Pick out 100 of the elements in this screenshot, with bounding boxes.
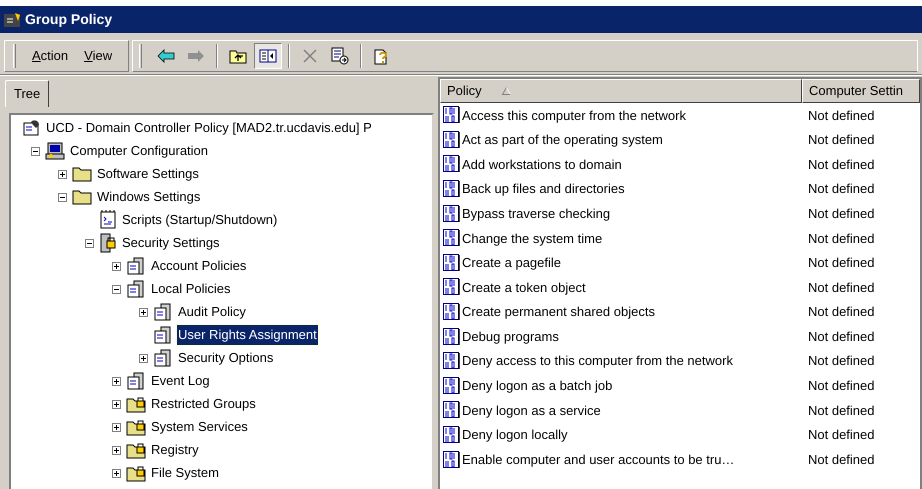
collapse-icon[interactable] [58, 192, 67, 202]
tree-item[interactable]: Account Policies [150, 256, 248, 276]
script-document-icon [99, 210, 117, 230]
policy-setting: Not defined [807, 131, 874, 150]
locked-folder-icon [126, 441, 146, 459]
expand-icon[interactable] [112, 400, 121, 408]
folder-icon [72, 189, 92, 205]
expand-icon[interactable] [139, 308, 148, 316]
column-header[interactable]: Computer Settin [802, 79, 920, 103]
policy-binary-icon [443, 303, 461, 322]
policy-binary-icon [443, 426, 461, 444]
policy-setting: Not defined [807, 278, 874, 297]
policy-name: Deny logon as a batch job [462, 377, 612, 396]
export-list-icon [331, 46, 350, 64]
tree-item[interactable]: Registry [150, 440, 200, 460]
tree-item[interactable]: Local Policies [150, 279, 232, 299]
folder-icon [72, 166, 92, 182]
policy-name: Add workstations to domain [462, 156, 622, 174]
tree-item[interactable]: File System [150, 463, 220, 483]
policy-server-icon [153, 349, 173, 367]
policy-setting: Not defined [807, 426, 874, 444]
locked-folder-icon [126, 395, 146, 413]
folder-up-icon [229, 48, 248, 64]
tree-item[interactable]: Event Log [150, 371, 211, 391]
policy-name: Deny access to this computer from the network [462, 352, 733, 370]
tree-item[interactable]: Computer Configuration [69, 141, 210, 161]
tree-tab[interactable]: Tree [5, 80, 50, 106]
expand-icon[interactable] [112, 376, 121, 386]
policy-server-icon [126, 280, 146, 298]
tree-item[interactable]: Software Settings [96, 164, 200, 184]
policy-setting: Not defined [807, 204, 874, 223]
policy-server-icon [126, 257, 146, 275]
policy-name: Act as part of the operating system [462, 131, 663, 150]
policy-scroll-icon [23, 119, 41, 137]
menu-item[interactable]: View [78, 46, 118, 66]
expand-icon[interactable] [112, 262, 121, 270]
policy-setting: Not defined [807, 450, 874, 469]
tree-item[interactable]: Audit Policy [177, 302, 247, 322]
column-header[interactable]: Policy [440, 79, 802, 103]
policy-binary-icon [443, 450, 461, 469]
policy-setting: Not defined [807, 377, 874, 396]
computer-icon [45, 142, 65, 160]
tree-item[interactable]: Security Settings [121, 233, 221, 253]
policy-binary-icon [443, 106, 461, 124]
policy-binary-icon [443, 401, 461, 420]
policy-name: Deny logon as a service [462, 402, 601, 420]
policy-app-icon [4, 12, 22, 28]
policy-binary-icon [443, 155, 461, 174]
menu-item[interactable]: Action [26, 46, 74, 66]
policy-binary-icon [443, 130, 461, 149]
toolbar-button[interactable] [254, 42, 282, 68]
policy-binary-icon [443, 328, 461, 346]
policy-name: Change the system time [462, 230, 602, 248]
expand-icon[interactable] [58, 170, 67, 178]
policy-setting: Not defined [807, 230, 874, 248]
policy-binary-icon [443, 254, 461, 272]
tree-item[interactable]: System Services [150, 417, 249, 437]
back-arrow-icon [157, 48, 176, 62]
tree-item[interactable]: Windows Settings [96, 187, 202, 207]
expand-icon[interactable] [112, 422, 121, 432]
collapse-icon[interactable] [31, 146, 40, 156]
policy-binary-icon [443, 376, 461, 395]
expand-icon[interactable] [112, 446, 121, 454]
expand-icon[interactable] [139, 354, 148, 362]
tree-item[interactable]: User Rights Assignment [177, 325, 318, 345]
policy-setting: Not defined [807, 156, 874, 174]
window-title: Group Policy [25, 10, 112, 29]
policy-name: Bypass traverse checking [462, 204, 610, 223]
policy-setting: Not defined [807, 303, 874, 322]
tree-pane-icon [259, 48, 278, 62]
policy-binary-icon [443, 204, 461, 223]
tree-item[interactable]: Security Options [177, 348, 274, 368]
policy-name: Back up files and directories [462, 180, 625, 198]
locked-folder-icon [126, 418, 146, 436]
policy-binary-icon [443, 352, 461, 370]
policy-server-icon [153, 326, 173, 344]
policy-name: Deny logon locally [462, 426, 568, 444]
policy-binary-icon [443, 278, 461, 296]
expand-icon[interactable] [112, 468, 121, 478]
policy-setting: Not defined [807, 180, 874, 198]
tree-item[interactable]: Scripts (Startup/Shutdown) [121, 210, 278, 230]
collapse-icon[interactable] [85, 238, 94, 248]
collapse-icon[interactable] [112, 284, 121, 294]
policy-setting: Not defined [807, 402, 874, 420]
policy-setting: Not defined [807, 352, 874, 370]
locked-folder-icon [126, 464, 146, 482]
server-lock-icon [99, 233, 117, 253]
policy-name: Create permanent shared objects [462, 303, 655, 322]
delete-icon [302, 48, 318, 64]
policy-name: Access this computer from the network [462, 106, 686, 125]
policy-binary-icon [443, 180, 461, 198]
policy-setting: Not defined [807, 328, 874, 346]
tree-item[interactable]: UCD - Domain Controller Policy [MAD2.tr.ucdavis.edu] P [45, 118, 373, 138]
policy-name: Debug programs [462, 328, 559, 346]
policy-server-icon [126, 372, 146, 390]
policy-server-icon [153, 303, 173, 321]
tree-item[interactable]: Restricted Groups [150, 394, 257, 414]
policy-binary-icon [443, 229, 461, 248]
policy-name: Enable computer and user accounts to be tru… [462, 450, 734, 469]
policy-name: Create a pagefile [462, 254, 562, 272]
